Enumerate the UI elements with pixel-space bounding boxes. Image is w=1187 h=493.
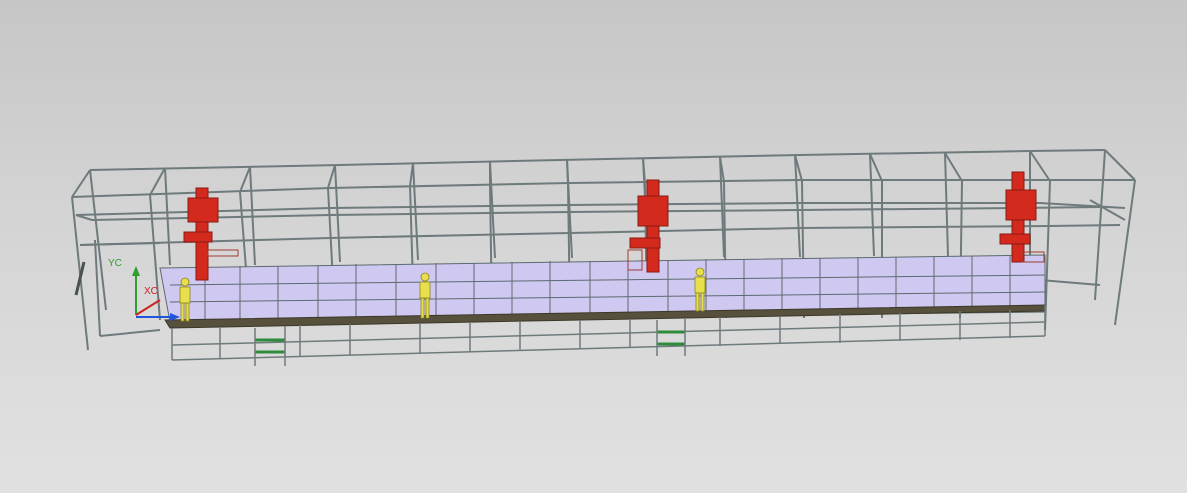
robot-unit-left [183, 187, 239, 281]
x-axis-label: XC [144, 286, 158, 297]
x-axis-icon [135, 299, 161, 316]
cad-viewport[interactable]: YC XC [0, 0, 1187, 493]
production-line-model[interactable]: YC XC [0, 0, 1187, 493]
y-axis-arrow-icon [132, 266, 140, 276]
robot-unit-middle [627, 179, 669, 273]
y-axis-label: YC [108, 258, 122, 269]
robot-unit-right [999, 171, 1045, 263]
